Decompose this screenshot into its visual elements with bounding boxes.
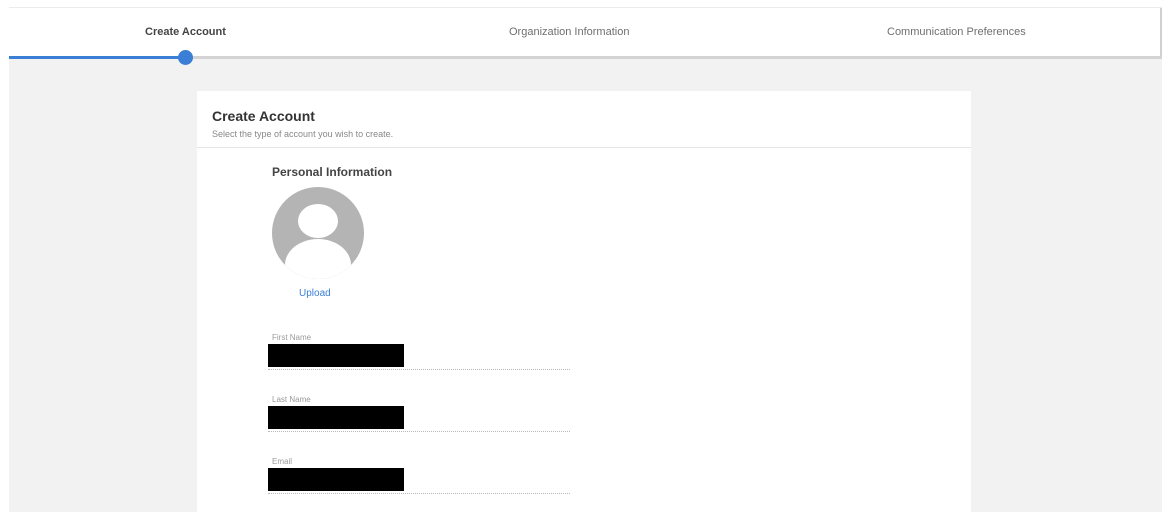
section-title-personal-information: Personal Information xyxy=(272,165,393,179)
first-name-input-redacted[interactable] xyxy=(268,344,404,367)
step-communication-preferences[interactable]: Communication Preferences xyxy=(887,26,1026,38)
avatar-body-shape xyxy=(285,239,351,279)
progress-track xyxy=(9,50,1162,65)
last-name-label: Last Name xyxy=(272,395,311,404)
email-label: Email xyxy=(272,457,293,466)
avatar-head-shape xyxy=(298,204,338,238)
step-create-account[interactable]: Create Account xyxy=(145,26,226,38)
first-name-underline xyxy=(268,369,570,370)
upload-link[interactable]: Upload xyxy=(299,288,331,299)
first-name-field[interactable]: First Name xyxy=(268,333,570,370)
step-organization-information[interactable]: Organization Information xyxy=(509,26,629,38)
card-title: Create Account xyxy=(212,108,315,124)
last-name-field[interactable]: Last Name xyxy=(268,395,570,432)
email-underline xyxy=(268,493,570,494)
card-header: Create Account Select the type of accoun… xyxy=(197,91,971,148)
progress-fill xyxy=(9,56,186,59)
user-avatar-icon xyxy=(272,187,364,279)
first-name-label: First Name xyxy=(272,333,312,342)
stepper-edge xyxy=(1160,8,1162,58)
last-name-underline xyxy=(268,431,570,432)
card-subtitle: Select the type of account you wish to c… xyxy=(212,129,394,139)
account-creation-page: Create Account Organization Information … xyxy=(0,0,1168,512)
email-field[interactable]: Email xyxy=(268,457,570,494)
last-name-input-redacted[interactable] xyxy=(268,406,404,429)
create-account-card: Create Account Select the type of accoun… xyxy=(197,91,971,512)
email-input-redacted[interactable] xyxy=(268,468,404,491)
